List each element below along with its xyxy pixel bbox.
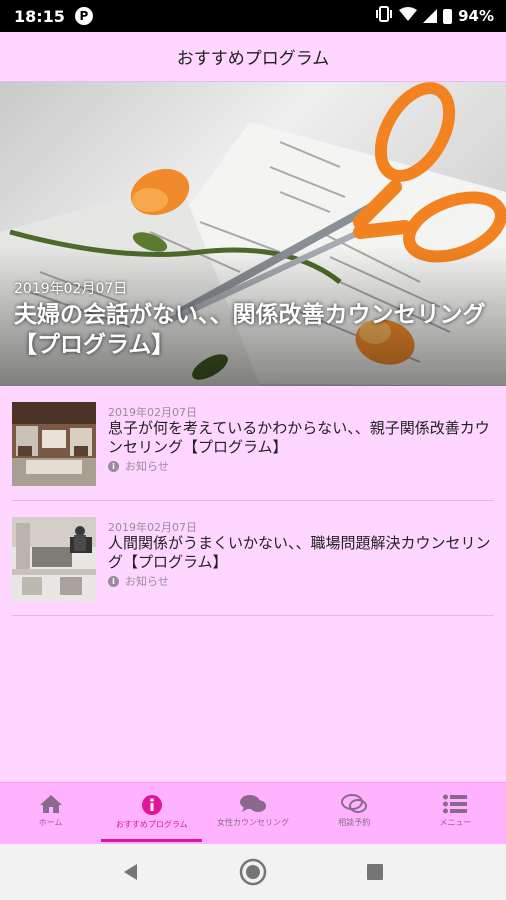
info-icon	[141, 795, 162, 815]
list-menu-icon	[443, 794, 468, 814]
back-button[interactable]	[111, 852, 151, 892]
home-circle-icon	[239, 858, 267, 886]
tab-label: メニュー	[439, 818, 472, 827]
recents-icon	[367, 864, 383, 880]
page-title: おすすめプログラム	[176, 49, 330, 69]
tab-menu[interactable]: メニュー	[405, 783, 506, 844]
featured-title[interactable]: 夫婦の会話がない、、関係改善カウンセリング【プログラム】	[14, 300, 494, 360]
list-item[interactable]: 2019年02月07日 息子が何を考えているかわからない、、親子関係改善カウンセ…	[12, 386, 494, 501]
signal-icon	[423, 9, 438, 23]
article-title[interactable]: 人間関係がうまくいかない、、職場問題解決カウンセリング【プログラム】	[108, 534, 494, 572]
status-bar: 18:15 P 94%	[0, 0, 506, 32]
article-thumbnail	[12, 517, 96, 601]
vibrate-icon	[375, 6, 393, 26]
tab-label: 相談予約	[338, 818, 371, 827]
featured-date: 2019年02月07日	[14, 281, 128, 297]
bottom-tab-bar: ホーム おすすめプログラム 女性カウンセリング 相談予約 メニュー	[0, 782, 506, 844]
article-category: i お知らせ	[108, 458, 169, 474]
tab-home[interactable]: ホーム	[0, 783, 101, 844]
article-category: i お知らせ	[108, 573, 169, 589]
list-item[interactable]: 2019年02月07日 人間関係がうまくいかない、、職場問題解決カウンセリング【…	[12, 501, 494, 616]
tab-counseling[interactable]: 女性カウンセリング	[202, 783, 303, 844]
parking-app-icon: P	[74, 7, 93, 25]
battery-icon	[443, 8, 453, 24]
chat-outline-icon	[341, 794, 368, 813]
tab-label: ホーム	[38, 818, 63, 827]
article-date: 2019年02月07日	[108, 406, 197, 419]
home-button[interactable]	[233, 852, 273, 892]
tab-reservation[interactable]: 相談予約	[304, 783, 405, 844]
tab-label: 女性カウンセリング	[217, 818, 289, 827]
chat-bubbles-icon	[240, 795, 266, 812]
article-date: 2019年02月07日	[108, 521, 197, 534]
wifi-icon	[399, 7, 418, 25]
info-icon: i	[108, 575, 119, 587]
app-bar: おすすめプログラム	[0, 32, 506, 82]
recents-button[interactable]	[355, 852, 395, 892]
tab-label: おすすめプログラム	[115, 820, 188, 829]
battery-percent: 94%	[458, 7, 494, 25]
system-nav-bar	[0, 844, 506, 900]
info-icon: i	[108, 460, 119, 472]
tab-recommended[interactable]: おすすめプログラム	[101, 783, 203, 844]
category-label: お知らせ	[125, 575, 169, 588]
article-thumbnail	[12, 402, 96, 486]
featured-article[interactable]: 2019年02月07日 夫婦の会話がない、、関係改善カウンセリング【プログラム】	[0, 82, 506, 386]
article-title[interactable]: 息子が何を考えているかわからない、、親子関係改善カウンセリング【プログラム】	[108, 419, 494, 457]
home-icon	[39, 795, 62, 813]
status-time: 18:15	[14, 6, 65, 26]
article-list: 2019年02月07日 息子が何を考えているかわからない、、親子関係改善カウンセ…	[0, 386, 506, 616]
category-label: お知らせ	[125, 460, 169, 473]
back-icon	[124, 864, 137, 880]
